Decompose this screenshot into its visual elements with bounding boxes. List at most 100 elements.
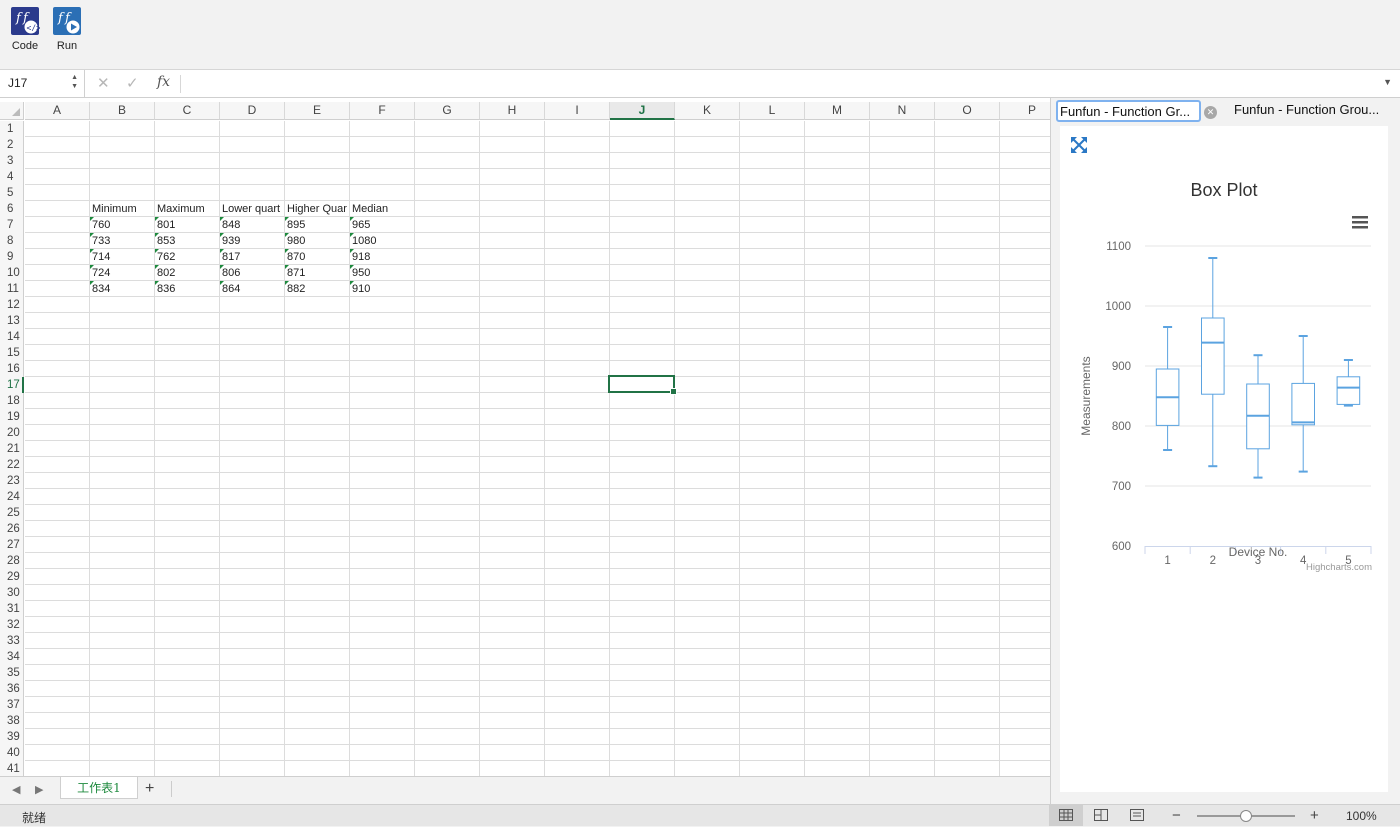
row-header-29[interactable]: 29 (0, 569, 24, 585)
table-cell[interactable]: 836 (155, 281, 219, 297)
row-header-36[interactable]: 36 (0, 681, 24, 697)
table-cell[interactable]: 733 (90, 233, 154, 249)
header-cell[interactable]: Higher Quar (285, 201, 349, 217)
table-cell[interactable]: 950 (350, 265, 414, 281)
row-header-33[interactable]: 33 (0, 633, 24, 649)
column-header-o[interactable]: O (935, 102, 1000, 120)
row-header-16[interactable]: 16 (0, 361, 24, 377)
row-header-18[interactable]: 18 (0, 393, 24, 409)
select-all-corner[interactable] (0, 102, 24, 120)
table-cell[interactable]: 980 (285, 233, 349, 249)
formula-input[interactable] (188, 76, 1378, 92)
row-header-41[interactable]: 41 (0, 761, 24, 776)
column-header-p[interactable]: P (1000, 102, 1050, 120)
fx-icon[interactable]: fx (157, 74, 170, 90)
row-header-38[interactable]: 38 (0, 713, 24, 729)
table-cell[interactable]: 965 (350, 217, 414, 233)
normal-view-icon[interactable] (1049, 805, 1083, 826)
name-box[interactable]: J17 ▲ ▼ (0, 70, 85, 97)
table-cell[interactable]: 762 (155, 249, 219, 265)
column-header-j[interactable]: J (610, 102, 675, 120)
table-cell[interactable]: 895 (285, 217, 349, 233)
check-icon[interactable]: ✓ (126, 74, 139, 92)
zoom-slider-thumb[interactable] (1240, 810, 1252, 822)
tab-next-icon[interactable]: ▶ (35, 783, 43, 796)
header-cell[interactable]: Median (350, 201, 414, 217)
row-header-13[interactable]: 13 (0, 313, 24, 329)
code-button[interactable]: f f </> Code (8, 6, 42, 52)
row-header-37[interactable]: 37 (0, 697, 24, 713)
column-header-h[interactable]: H (480, 102, 545, 120)
row-header-12[interactable]: 12 (0, 297, 24, 313)
table-cell[interactable]: 834 (90, 281, 154, 297)
run-button[interactable]: f f Run (50, 6, 84, 52)
column-header-f[interactable]: F (350, 102, 415, 120)
hamburger-menu-icon[interactable] (1352, 216, 1368, 229)
table-cell[interactable]: 1080 (350, 233, 414, 249)
table-cell[interactable]: 802 (155, 265, 219, 281)
table-cell[interactable]: 848 (220, 217, 284, 233)
chart-credit[interactable]: Highcharts.com (1306, 562, 1372, 573)
table-cell[interactable]: 806 (220, 265, 284, 281)
header-cell[interactable]: Lower quart (220, 201, 284, 217)
row-header-17[interactable]: 17 (0, 377, 24, 393)
row-header-6[interactable]: 6 (0, 201, 24, 217)
formula-expand-icon[interactable]: ▼ (1383, 77, 1392, 87)
table-cell[interactable]: 870 (285, 249, 349, 265)
close-icon[interactable]: ✕ (1204, 106, 1217, 119)
sheet-tab[interactable]: 工作表1 (60, 777, 138, 799)
column-header-b[interactable]: B (90, 102, 155, 120)
row-header-34[interactable]: 34 (0, 649, 24, 665)
row-header-26[interactable]: 26 (0, 521, 24, 537)
column-header-i[interactable]: I (545, 102, 610, 120)
zoom-out-icon[interactable]: − (1172, 807, 1181, 824)
column-header-l[interactable]: L (740, 102, 805, 120)
table-cell[interactable]: 853 (155, 233, 219, 249)
row-header-31[interactable]: 31 (0, 601, 24, 617)
active-cell-selection[interactable] (608, 375, 677, 395)
table-cell[interactable]: 939 (220, 233, 284, 249)
row-header-7[interactable]: 7 (0, 217, 24, 233)
row-header-22[interactable]: 22 (0, 457, 24, 473)
row-header-9[interactable]: 9 (0, 249, 24, 265)
row-header-25[interactable]: 25 (0, 505, 24, 521)
row-header-15[interactable]: 15 (0, 345, 24, 361)
header-cell[interactable]: Maximum (155, 201, 219, 217)
row-header-5[interactable]: 5 (0, 185, 24, 201)
expand-arrows-icon[interactable] (1070, 136, 1088, 154)
cancel-icon[interactable]: ✕ (97, 74, 110, 92)
table-cell[interactable]: 760 (90, 217, 154, 233)
table-cell[interactable]: 714 (90, 249, 154, 265)
row-header-1[interactable]: 1 (0, 121, 24, 137)
row-header-27[interactable]: 27 (0, 537, 24, 553)
page-break-view-icon[interactable] (1120, 805, 1154, 826)
row-header-14[interactable]: 14 (0, 329, 24, 345)
pane-tab-funfun-2[interactable]: Funfun - Function Grou... (1233, 100, 1393, 122)
table-cell[interactable]: 817 (220, 249, 284, 265)
row-header-28[interactable]: 28 (0, 553, 24, 569)
row-header-10[interactable]: 10 (0, 265, 24, 281)
table-cell[interactable]: 910 (350, 281, 414, 297)
table-cell[interactable]: 882 (285, 281, 349, 297)
table-cell[interactable]: 864 (220, 281, 284, 297)
spreadsheet-grid[interactable]: ABCDEFGHIJKLMNOP 1 2 3 4 5 6 7 8 9 10 11 12 13 14 15 16… (0, 98, 1050, 776)
column-header-g[interactable]: G (415, 102, 480, 120)
add-sheet-icon[interactable]: + (145, 780, 154, 798)
row-header-39[interactable]: 39 (0, 729, 24, 745)
table-cell[interactable]: 724 (90, 265, 154, 281)
row-header-30[interactable]: 30 (0, 585, 24, 601)
row-header-24[interactable]: 24 (0, 489, 24, 505)
header-cell[interactable]: Minimum (90, 201, 154, 217)
row-header-4[interactable]: 4 (0, 169, 24, 185)
column-header-k[interactable]: K (675, 102, 740, 120)
name-box-stepper-icon[interactable]: ▲ ▼ (71, 73, 78, 91)
column-header-m[interactable]: M (805, 102, 870, 120)
row-header-35[interactable]: 35 (0, 665, 24, 681)
column-header-d[interactable]: D (220, 102, 285, 120)
row-header-21[interactable]: 21 (0, 441, 24, 457)
pane-tab-funfun-1[interactable]: Funfun - Function Gr... (1056, 100, 1201, 122)
row-header-19[interactable]: 19 (0, 409, 24, 425)
row-header-20[interactable]: 20 (0, 425, 24, 441)
column-header-e[interactable]: E (285, 102, 350, 120)
tab-prev-icon[interactable]: ◀ (12, 783, 20, 796)
